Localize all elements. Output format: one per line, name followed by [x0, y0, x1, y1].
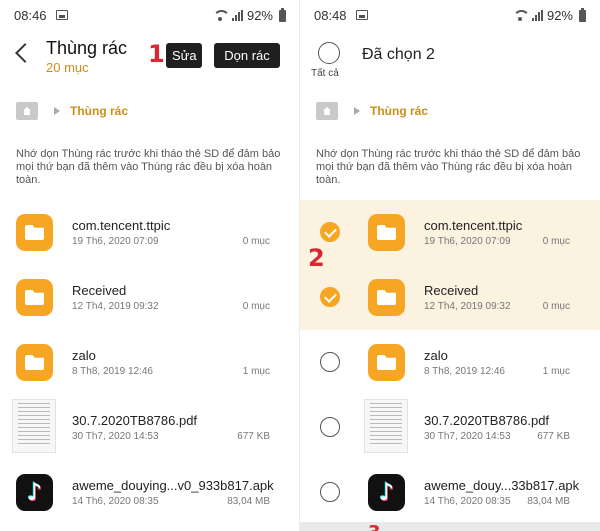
breadcrumb-trash[interactable]: Thùng rác — [70, 104, 128, 118]
signal-icon — [231, 10, 243, 21]
breadcrumb-trash[interactable]: Thùng rác — [370, 104, 428, 118]
back-arrow-icon[interactable] — [15, 43, 35, 63]
battery-icon — [279, 7, 286, 22]
item-size: 0 mục — [242, 236, 270, 247]
selected-count-title: Đã chọn 2 — [362, 46, 435, 63]
bottom-action-bar[interactable] — [300, 522, 600, 531]
status-time: 08:46 — [14, 8, 47, 23]
list-item[interactable]: zalo 8 Th8, 2019 12:46 1 mục — [300, 330, 600, 395]
sd-card-note: Nhớ dọn Thùng rác trước khi tháo thẻ SD … — [316, 148, 581, 186]
item-name: 30.7.2020TB8786.pdf — [72, 413, 198, 428]
wifi-icon — [212, 9, 230, 22]
list-item[interactable]: Received 12 Th4, 2019 09:32 0 mục — [300, 265, 600, 330]
item-name: Received — [72, 283, 127, 298]
item-checkbox[interactable] — [320, 352, 340, 372]
wifi-icon — [512, 9, 530, 22]
list-item[interactable]: ♪ aweme_douy...33b817.apk 14 Th6, 2020 0… — [300, 460, 600, 525]
item-name: com.tencent.ttpic — [72, 218, 171, 233]
status-bar: 08:46 92% — [14, 7, 286, 26]
breadcrumb: Thùng rác — [16, 100, 128, 122]
step-marker-2: 2 — [308, 244, 325, 272]
battery-icon — [579, 7, 586, 22]
select-all-checkbox[interactable] — [318, 42, 340, 64]
item-size: 677 KB — [537, 431, 570, 442]
tiktok-icon: ♪ — [368, 474, 405, 511]
item-date: 14 Th6, 2020 08:35 — [72, 496, 159, 507]
item-name: aweme_douying...v0_933b817.apk — [72, 478, 274, 493]
item-size: 1 mục — [542, 366, 570, 377]
pdf-thumbnail — [364, 399, 408, 453]
step-marker-1: 1 — [148, 40, 165, 68]
item-name: zalo — [424, 348, 448, 363]
app-header: Thùng rác 20 mục 1 Sửa Dọn rác — [0, 38, 300, 82]
item-size: 0 mục — [242, 301, 270, 312]
item-name: 30.7.2020TB8786.pdf — [424, 413, 550, 428]
breadcrumb: Thùng rác — [316, 100, 428, 122]
folder-icon — [368, 279, 405, 316]
page-title: Thùng rác — [46, 38, 128, 58]
status-indicators: 92% — [512, 7, 586, 23]
battery-percent: 92% — [246, 8, 273, 23]
list-item[interactable]: com.tencent.ttpic 19 Th6, 2020 07:09 0 m… — [300, 200, 600, 265]
gallery-notification-icon — [56, 10, 68, 20]
trash-screen-left: 08:46 92% Thùng rác 20 mục 1 Sửa Dọn rác… — [0, 0, 300, 531]
item-date: 8 Th8, 2019 12:46 — [72, 366, 153, 377]
item-name: com.tencent.ttpic — [424, 218, 523, 233]
home-folder-icon[interactable] — [316, 102, 338, 120]
list-item[interactable]: 30.7.2020TB8786.pdf 30 Th7, 2020 14:53 6… — [300, 395, 600, 460]
folder-icon — [16, 279, 53, 316]
status-time: 08:48 — [314, 8, 347, 23]
item-size: 83,04 MB — [227, 496, 270, 507]
signal-icon — [531, 10, 543, 21]
list-item[interactable]: zalo 8 Th8, 2019 12:46 1 mục — [0, 330, 300, 395]
selection-header: Tất cả Đã chọn 2 — [300, 38, 600, 82]
item-count: 20 mục — [46, 60, 89, 75]
item-name: Received — [424, 283, 479, 298]
list-item[interactable]: ♪ aweme_douying...v0_933b817.apk 14 Th6,… — [0, 460, 300, 525]
empty-trash-button[interactable]: Dọn rác — [214, 43, 280, 68]
folder-icon — [368, 214, 405, 251]
folder-icon — [16, 344, 53, 381]
edit-button[interactable]: Sửa — [166, 43, 202, 68]
folder-icon — [16, 214, 53, 251]
item-date: 30 Th7, 2020 14:53 — [424, 431, 511, 442]
chevron-right-icon — [354, 107, 360, 115]
item-size: 1 mục — [242, 366, 270, 377]
folder-icon — [368, 344, 405, 381]
item-name: aweme_douy...33b817.apk — [424, 478, 580, 493]
item-size: 0 mục — [542, 236, 570, 247]
item-size: 677 KB — [237, 431, 270, 442]
item-date: 12 Th4, 2019 09:32 — [72, 301, 159, 312]
item-date: 8 Th8, 2019 12:46 — [424, 366, 505, 377]
item-checkbox[interactable] — [320, 222, 340, 242]
battery-percent: 92% — [546, 8, 573, 23]
status-bar: 08:48 92% — [314, 7, 586, 26]
gallery-notification-icon — [356, 10, 368, 20]
item-date: 19 Th6, 2020 07:09 — [72, 236, 159, 247]
chevron-right-icon — [54, 107, 60, 115]
item-size: 0 mục — [542, 301, 570, 312]
pdf-thumbnail — [12, 399, 56, 453]
item-date: 19 Th6, 2020 07:09 — [424, 236, 511, 247]
tiktok-icon: ♪ — [16, 474, 53, 511]
item-date: 30 Th7, 2020 14:53 — [72, 431, 159, 442]
list-item[interactable]: Received 12 Th4, 2019 09:32 0 mục — [0, 265, 300, 330]
select-all-label[interactable]: Tất cả — [311, 68, 339, 79]
status-indicators: 92% — [212, 7, 286, 23]
item-size: 83,04 MB — [527, 496, 570, 507]
step-marker-3: 3 — [368, 522, 381, 531]
item-name: zalo — [72, 348, 96, 363]
item-checkbox[interactable] — [320, 482, 340, 502]
item-checkbox[interactable] — [320, 287, 340, 307]
home-folder-icon[interactable] — [16, 102, 38, 120]
item-checkbox[interactable] — [320, 417, 340, 437]
trash-screen-right: 08:48 92% Tất cả Đã chọn 2 Thùng rác Nhớ… — [300, 0, 600, 531]
list-item[interactable]: 30.7.2020TB8786.pdf 30 Th7, 2020 14:53 6… — [0, 395, 300, 460]
item-date: 14 Th6, 2020 08:35 — [424, 496, 511, 507]
sd-card-note: Nhớ dọn Thùng rác trước khi tháo thẻ SD … — [16, 148, 281, 186]
item-date: 12 Th4, 2019 09:32 — [424, 301, 511, 312]
list-item[interactable]: com.tencent.ttpic 19 Th6, 2020 07:09 0 m… — [0, 200, 300, 265]
